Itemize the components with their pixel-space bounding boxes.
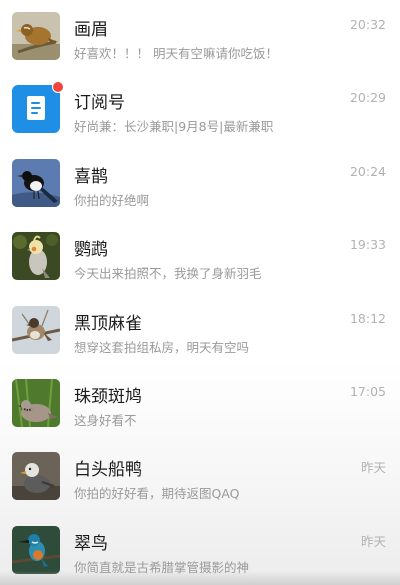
chat-preview: 今天出来拍照不，我换了身新羽毛: [74, 266, 262, 282]
chat-name: 翠鸟: [74, 533, 108, 554]
chat-time: 20:29: [349, 90, 386, 106]
chat-name: 画眉: [74, 20, 108, 40]
chat-item-magpie[interactable]: 喜鹊 20:24 你拍的好绝啊: [0, 147, 400, 220]
kingfisher-avatar-icon[interactable]: [12, 525, 60, 574]
chat-name: 珠颈斑鸠: [74, 386, 142, 407]
chat-name: 喜鹊: [74, 166, 108, 187]
document-icon: [27, 96, 45, 121]
chat-time: 昨天: [360, 460, 386, 476]
chat-preview: 好喜欢！！！ 明天有空嘛请你吃饭！: [74, 46, 278, 61]
chat-item-cockatiel[interactable]: 鹦鹉 19:33 今天出来拍照不，我换了身新羽毛: [0, 220, 400, 293]
chat-preview: 你拍的好绝啊: [74, 192, 150, 208]
chat-time: 19:33: [349, 237, 386, 253]
chat-item-dove[interactable]: 珠颈斑鸠 17:05 这身好看不: [0, 367, 400, 440]
subscription-account-icon[interactable]: [12, 81, 64, 134]
chat-item-subscriptions[interactable]: 订阅号 20:29 好尚兼：长沙兼职|9月8号|最新兼职: [0, 73, 400, 146]
unread-badge: [52, 81, 64, 94]
chat-preview: 你拍的好好看，期待返图QAQ: [74, 486, 240, 502]
chat-time: 20:24: [349, 163, 386, 179]
dove-avatar-icon[interactable]: [12, 378, 60, 427]
chat-preview: 这身好看不: [74, 412, 137, 428]
magpie-avatar-icon[interactable]: [12, 158, 60, 207]
chat-time: 20:32: [349, 17, 386, 32]
chat-name: 鹦鹉: [74, 240, 108, 261]
chat-list: 画眉 20:32 好喜欢！！！ 明天有空嘛请你吃饭！ 订阅号 20:29 好尚兼…: [0, 0, 400, 585]
chat-time: 18:12: [349, 310, 386, 326]
chat-item-thrush[interactable]: 画眉 20:32 好喜欢！！！ 明天有空嘛请你吃饭！: [0, 0, 400, 73]
steamer-duck-avatar-icon[interactable]: [12, 452, 60, 501]
bottom-shadow: [0, 571, 400, 585]
chat-item-sparrow[interactable]: 黑顶麻雀 18:12 想穿这套拍组私房，明天有空吗: [0, 294, 400, 367]
chat-preview: 好尚兼：长沙兼职|9月8号|最新兼职: [74, 119, 274, 135]
chat-time: 17:05: [349, 383, 386, 399]
chat-item-steamer-duck[interactable]: 白头船鸭 昨天 你拍的好好看，期待返图QAQ: [0, 440, 400, 513]
chat-time: 昨天: [360, 533, 386, 549]
chat-preview: 想穿这套拍组私房，明天有空吗: [74, 339, 250, 355]
thrush-avatar-icon[interactable]: [12, 12, 60, 60]
cockatiel-avatar-icon[interactable]: [12, 232, 60, 281]
chat-list-screen: 画眉 20:32 好喜欢！！！ 明天有空嘛请你吃饭！ 订阅号 20:29 好尚兼…: [0, 0, 400, 585]
chat-name: 订阅号: [74, 93, 125, 114]
chat-name: 黑顶麻雀: [74, 313, 142, 334]
chat-name: 白头船鸭: [74, 460, 142, 481]
sparrow-avatar-icon[interactable]: [12, 305, 60, 354]
